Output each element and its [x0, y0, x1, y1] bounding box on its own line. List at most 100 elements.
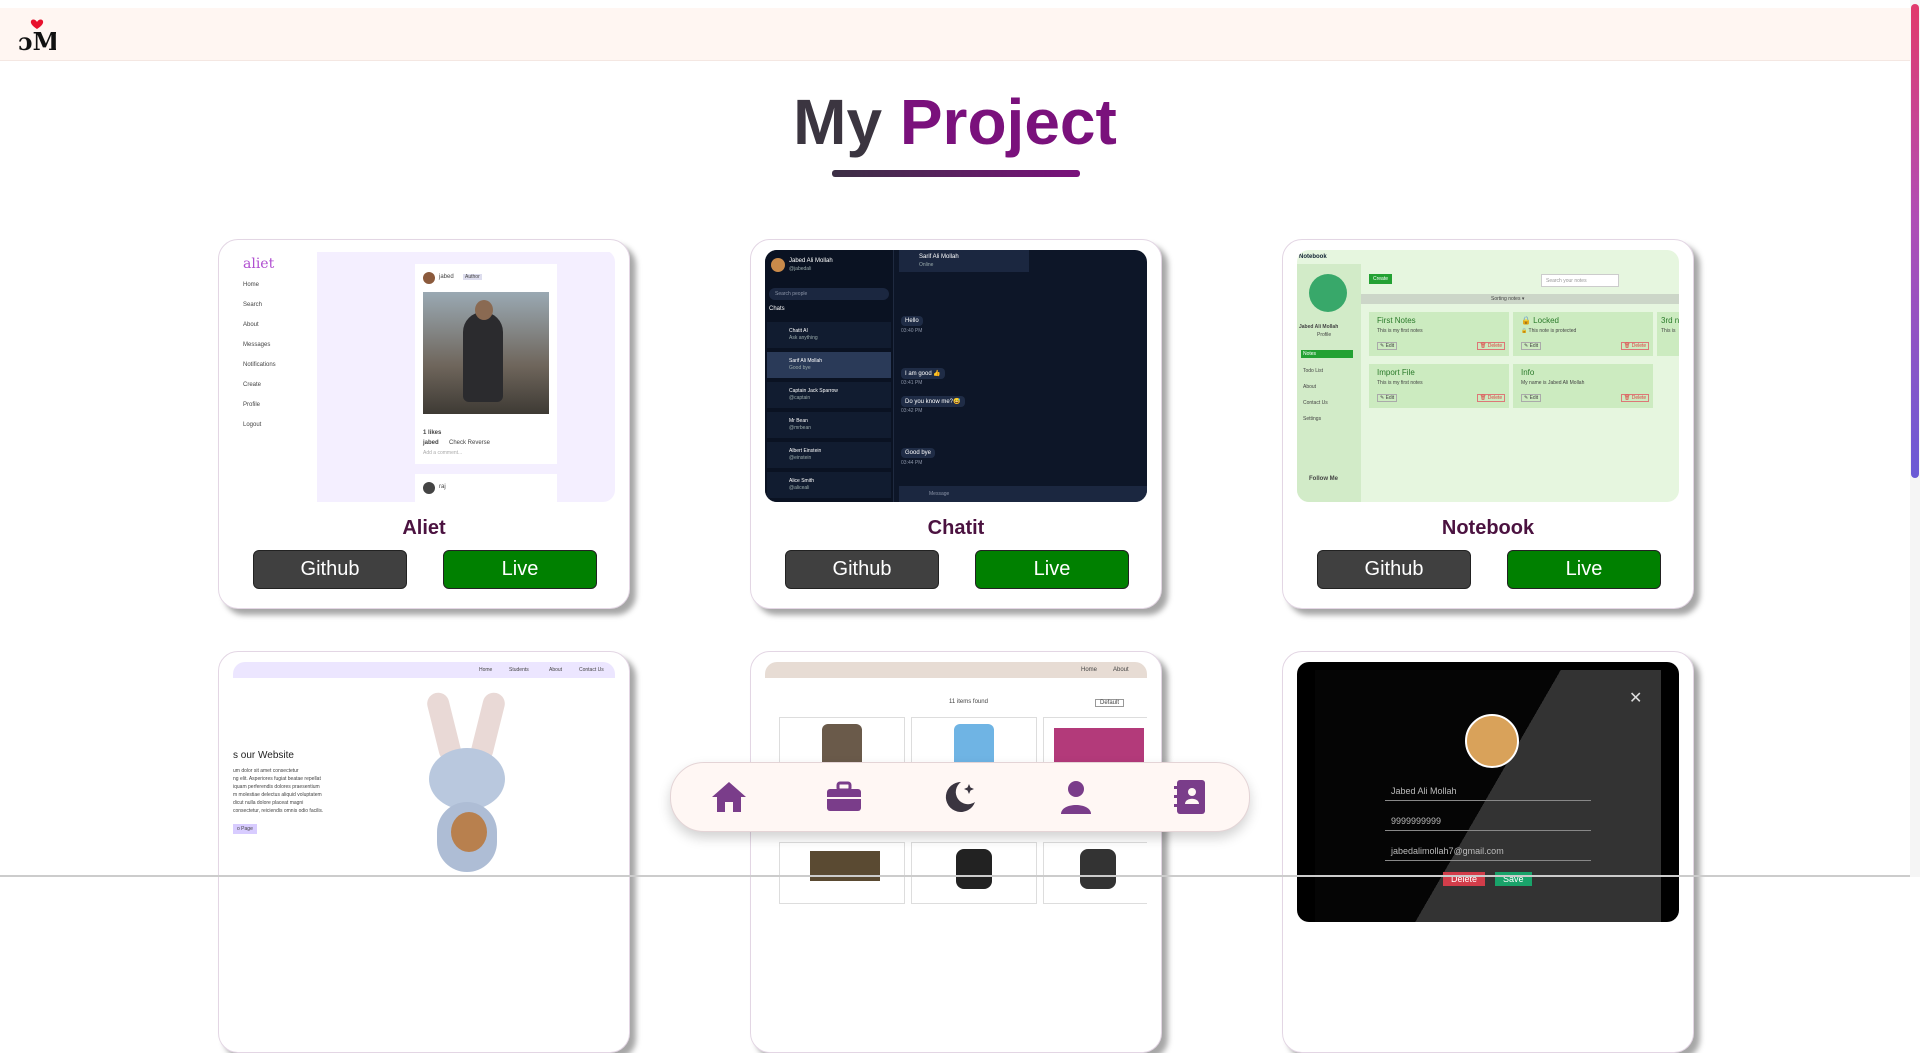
product-card: [1043, 842, 1147, 904]
preview-note-sidebar: Jabed Ali Mollah Profile Notes Todo List…: [1297, 264, 1361, 502]
avatar: [1309, 274, 1347, 312]
preview-menu-item: Search: [243, 302, 263, 308]
page-title: My Project: [0, 82, 1910, 162]
chat-me-handle: @jabedali: [789, 266, 812, 272]
scrollbar[interactable]: [1910, 0, 1920, 877]
email-field: jabedalimollah7@gmail.com: [1391, 846, 1504, 856]
preview-menu-item: Messages: [243, 342, 271, 348]
project-card-school-site: Home Students About Contact Us s our Web…: [218, 651, 630, 1053]
title-word-my: My: [793, 86, 883, 158]
chat-message: Good bye: [901, 448, 936, 458]
preview-menu-item: Home: [243, 282, 260, 288]
preview-menu-item: Profile: [243, 402, 261, 408]
chat-header: Sarif Ali Mollah Online: [899, 250, 1029, 272]
github-button[interactable]: Github: [1317, 550, 1471, 589]
preview-shop-nav: Home About: [765, 662, 1147, 678]
preview-feed: jabed Author 1 likes jabed Check Reverse…: [317, 252, 615, 502]
project-title: Notebook: [1441, 517, 1535, 539]
note-card: 3rd n This is: [1657, 312, 1679, 356]
post-user: jabed: [439, 274, 454, 280]
project-preview-contact-form: ✕ Jabed Ali Mollah 9999999999 jabedalimo…: [1297, 662, 1679, 922]
scrollbar-thumb[interactable]: [1911, 4, 1919, 478]
live-button[interactable]: Live: [443, 550, 597, 589]
bunny-illustration: [429, 748, 505, 810]
chat-me-name: Jabed Ali Mollah: [789, 258, 833, 264]
phone-field: 9999999999: [1391, 816, 1442, 826]
preview-post: jabed Author 1 likes jabed Check Reverse…: [415, 264, 557, 464]
chat-search: Search people: [769, 288, 889, 300]
product-card: [911, 842, 1037, 904]
note-card: 🔒 Locked 🔒 This note is protected ✎ Edit…: [1513, 312, 1653, 356]
chat-message: I am good 👍: [901, 368, 945, 379]
user-icon[interactable]: [1056, 777, 1096, 817]
chat-list-item: Captain Jack Sparrow @captain: [767, 382, 891, 408]
preview-menu-item: About: [243, 322, 259, 328]
chats-label: Chats: [769, 306, 785, 312]
project-title: Aliet: [402, 517, 446, 539]
project-preview-notebook: Notebook Jabed Ali Mollah Profile Notes …: [1297, 250, 1679, 502]
chat-message: Do you know me?😅: [901, 396, 965, 407]
avatar: [1465, 714, 1519, 768]
svg-text:ɔM: ɔM: [18, 27, 56, 54]
post-caption: Check Reverse: [449, 440, 491, 446]
name-field: Jabed Ali Mollah: [1391, 786, 1457, 796]
project-title: Chatit: [927, 517, 985, 539]
live-button[interactable]: Live: [975, 550, 1129, 589]
title-word-project: Project: [899, 86, 1117, 158]
title-underline: [832, 170, 1080, 177]
note-card: Import File This is my first notes ✎ Edi…: [1369, 364, 1509, 408]
preview-brand: Notebook: [1299, 254, 1327, 260]
preview-post-2: raj: [415, 474, 557, 502]
chat-search-placeholder: Search people: [775, 291, 808, 297]
preview-sort-bar: Sorting notes ▾: [1361, 294, 1679, 304]
preview-note-search: Search your notes: [1541, 274, 1619, 287]
live-button[interactable]: Live: [1507, 550, 1661, 589]
chat-message: Hello: [901, 316, 923, 326]
top-navbar: ɔM: [0, 8, 1910, 61]
preview-sidebar: Home Search About Messages Notifications…: [243, 282, 276, 442]
product-card: [779, 842, 905, 904]
preview-modal: ✕ Jabed Ali Mollah 9999999999 jabedalimo…: [1315, 670, 1661, 922]
chat-input: Message: [899, 486, 1147, 502]
project-card-aliet: aliet Home Search About Messages Notific…: [218, 239, 630, 609]
home-icon[interactable]: [709, 777, 749, 817]
github-button[interactable]: Github: [253, 550, 407, 589]
chat-list-item: Mr Bean @mrbean: [767, 412, 891, 438]
preview-brand: aliet: [243, 256, 275, 272]
project-card-contact-form: ✕ Jabed Ali Mollah 9999999999 jabedalimo…: [1282, 651, 1694, 1053]
preview-headline: s our Website: [233, 750, 294, 761]
project-card-chatit: Jabed Ali Mollah @jabedali Search people…: [750, 239, 1162, 609]
preview-sort-select: Default: [1095, 699, 1125, 707]
post-badge: Author: [463, 274, 482, 280]
project-preview-aliet: aliet Home Search About Messages Notific…: [233, 250, 615, 502]
note-card: Info My name is Jabed Ali Mollah ✎ Edit …: [1513, 364, 1653, 408]
briefcase-icon[interactable]: [824, 777, 864, 817]
post-image: [423, 292, 549, 414]
floating-bottom-nav: [670, 762, 1250, 832]
avatar: [423, 272, 435, 284]
preview-create-button: Create: [1369, 274, 1393, 284]
moon-stars-icon[interactable]: [940, 777, 980, 817]
post-user: raj: [439, 484, 446, 490]
chat-list-item: Chatit AI Ask anything: [767, 322, 891, 348]
preview-site-nav: Home Students About Contact Us: [233, 662, 615, 678]
project-card-notebook: Notebook Jabed Ali Mollah Profile Notes …: [1282, 239, 1694, 609]
contacts-book-icon[interactable]: [1171, 777, 1211, 817]
preview-items-count: 11 items found: [949, 699, 988, 705]
avatar: [771, 258, 785, 272]
preview-chat-sidebar: Jabed Ali Mollah @jabedali Search people…: [765, 250, 894, 502]
site-logo[interactable]: ɔM: [18, 16, 56, 54]
close-icon: ✕: [1629, 690, 1643, 707]
preview-menu-item: Notifications: [243, 362, 276, 368]
comment-input: Add a comment...: [423, 450, 463, 456]
project-preview-school-site: Home Students About Contact Us s our Web…: [233, 662, 615, 922]
github-button[interactable]: Github: [785, 550, 939, 589]
preview-menu-item: Logout: [243, 422, 262, 428]
chat-list-item: Alice Smith @aliceali: [767, 472, 891, 498]
project-card-shop: Home About 11 items found Default: [750, 651, 1162, 1053]
caption-user: jabed: [423, 440, 439, 446]
note-card: First Notes This is my first notes ✎ Edi…: [1369, 312, 1509, 356]
chat-list-item: Albert Einstein @einstein: [767, 442, 891, 468]
post-likes: 1 likes: [423, 430, 442, 436]
preview-menu-item: Create: [243, 382, 262, 388]
